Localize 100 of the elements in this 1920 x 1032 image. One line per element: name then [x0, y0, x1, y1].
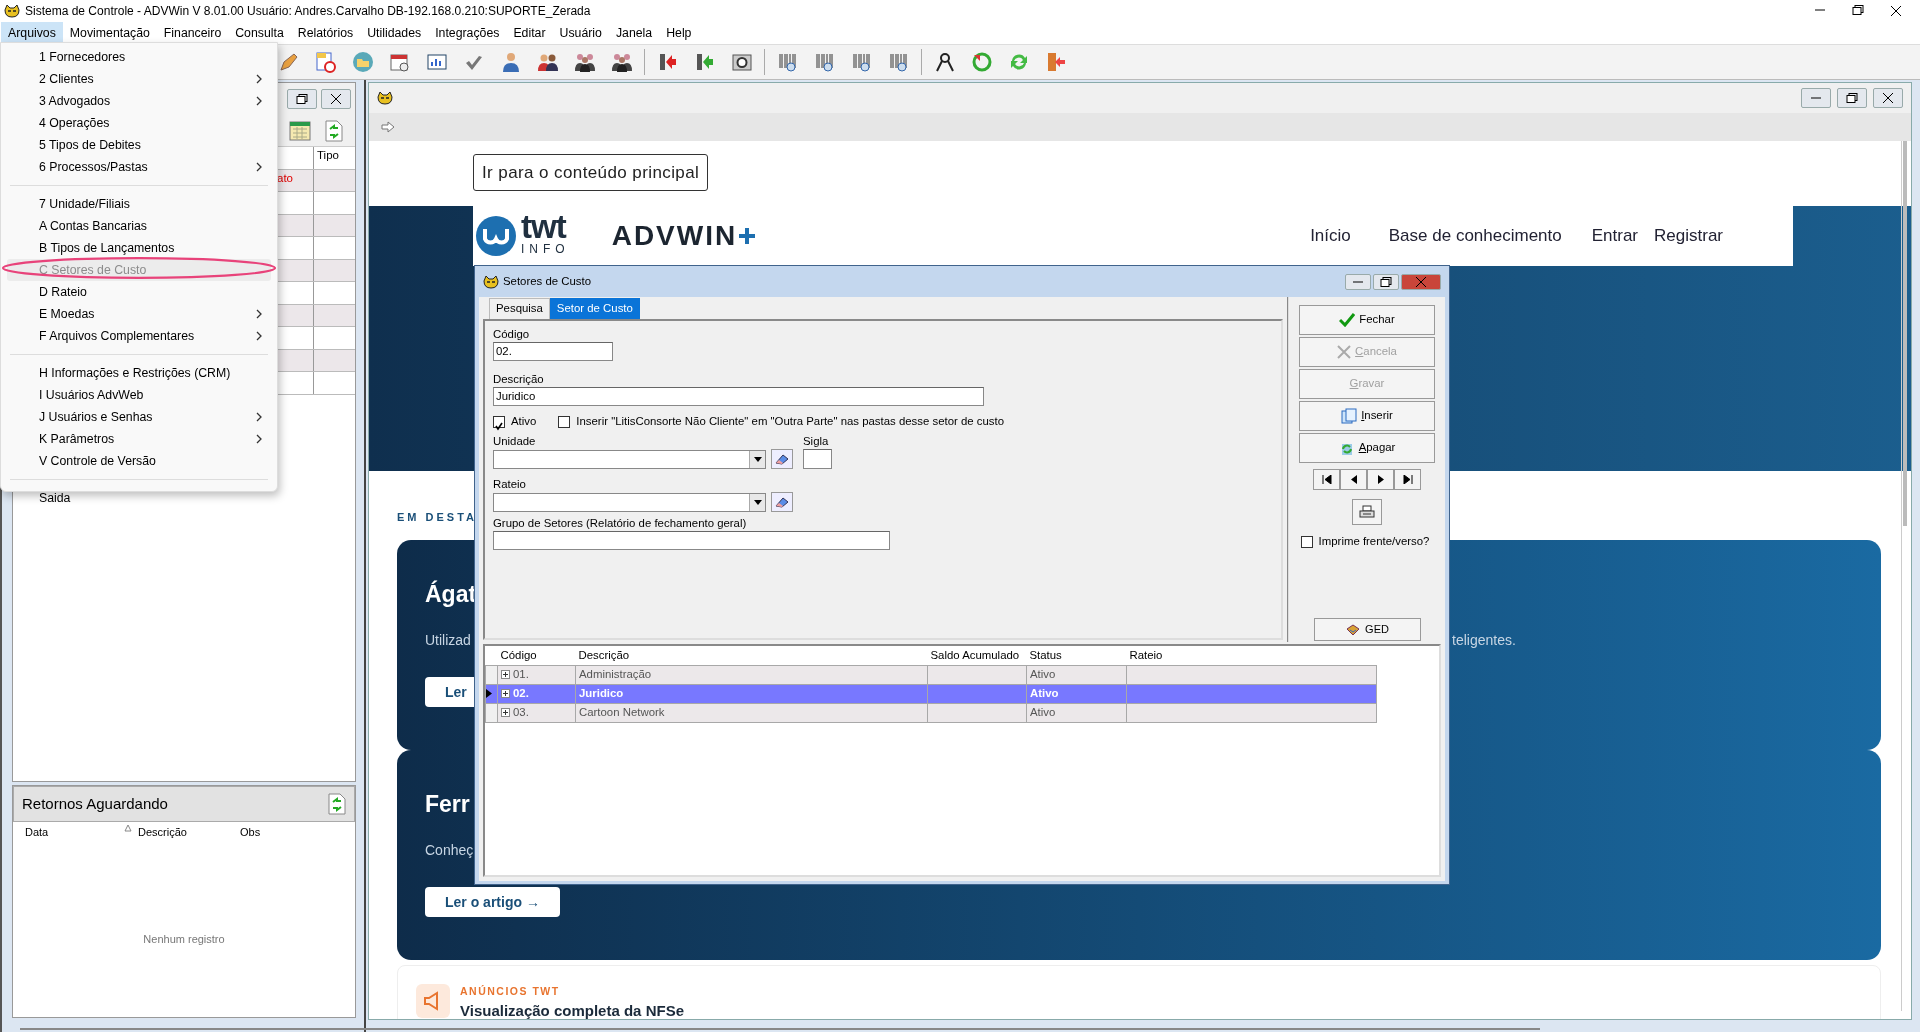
- column-header[interactable]: Descrição: [575, 646, 928, 665]
- pencil-icon[interactable]: [277, 51, 300, 73]
- first-record-button[interactable]: [1313, 469, 1340, 490]
- menu-item[interactable]: B Tipos de Lançamentos: [7, 237, 271, 259]
- previous-button[interactable]: [1340, 469, 1367, 490]
- menu-item[interactable]: F Arquivos Complementares: [7, 325, 271, 347]
- column-header[interactable]: Descrição: [138, 823, 240, 841]
- nav-link[interactable]: Entrar: [1591, 223, 1639, 249]
- restore-button[interactable]: [1837, 88, 1867, 108]
- ged-button[interactable]: GED: [1313, 618, 1421, 642]
- expand-icon[interactable]: [501, 670, 510, 679]
- group-icon[interactable]: [573, 51, 596, 73]
- skip-link[interactable]: Ir para o conteúdo principal: [473, 154, 709, 191]
- menu-item[interactable]: 5 Tipos de Debites: [7, 134, 271, 156]
- menu-item[interactable]: V Controle de Versão: [7, 450, 271, 472]
- menu-item[interactable]: I Usuários AdvWeb: [7, 384, 271, 406]
- barcode-icon[interactable]: [813, 51, 836, 73]
- refresh-document-icon[interactable]: [328, 793, 346, 815]
- column-header[interactable]: Obs: [240, 823, 320, 841]
- action-button[interactable]: Fechar: [1299, 305, 1435, 335]
- menu-item[interactable]: 3 Advogados: [7, 90, 271, 112]
- print-button[interactable]: [1352, 499, 1382, 525]
- tab[interactable]: Setor de Custo: [549, 297, 640, 319]
- menu-item[interactable]: J Usuários e Senhas: [7, 406, 271, 428]
- read-button[interactable]: Ler o artigo →: [425, 887, 560, 917]
- checkbox[interactable]: [558, 416, 571, 428]
- checkbox[interactable]: [493, 416, 505, 428]
- menu-item[interactable]: Integrações: [428, 21, 507, 45]
- nav-link[interactable]: Base de conhecimento: [1388, 223, 1562, 249]
- menu-item[interactable]: A Contas Bancarias: [7, 215, 271, 237]
- tab[interactable]: Pesquisa: [489, 297, 550, 319]
- menu-item[interactable]: H Informações e Restrições (CRM): [7, 362, 271, 384]
- calendar-icon[interactable]: [388, 51, 411, 73]
- ribbon-icon[interactable]: [933, 51, 956, 73]
- close-button[interactable]: [1873, 88, 1903, 108]
- menu-item[interactable]: Janela: [608, 21, 660, 45]
- menu-item[interactable]: 1 Fornecedores: [7, 46, 271, 68]
- camera-icon[interactable]: [730, 51, 753, 73]
- menu-item[interactable]: Usuário: [552, 21, 609, 45]
- minimize-button[interactable]: [1801, 88, 1831, 108]
- expand-icon[interactable]: [501, 708, 510, 717]
- menu-item[interactable]: Movimentação: [62, 21, 157, 45]
- expand-icon[interactable]: [501, 689, 510, 698]
- menu-item[interactable]: K Parâmetros: [7, 428, 271, 450]
- input-field[interactable]: [493, 531, 890, 550]
- menu-item[interactable]: Help: [659, 21, 699, 45]
- column-header[interactable]: Data: [25, 823, 138, 841]
- column-header[interactable]: Código: [497, 646, 576, 665]
- column-header[interactable]: Status: [1026, 646, 1127, 665]
- barcode-icon[interactable]: [887, 51, 910, 73]
- menu-item[interactable]: Saida: [7, 487, 271, 509]
- dropdown-arrow-icon[interactable]: [753, 499, 762, 505]
- menu-item[interactable]: 6 Processos/Pastas: [7, 156, 271, 178]
- checkbox[interactable]: [1300, 535, 1313, 548]
- table-row[interactable]: 01. Administração Ativo: [485, 665, 1377, 684]
- menu-item[interactable]: Arquivos: [1, 21, 63, 45]
- sync-icon[interactable]: [970, 51, 993, 73]
- menu-item[interactable]: 4 Operações: [7, 112, 271, 134]
- refresh-document-icon[interactable]: [325, 119, 343, 142]
- table-row[interactable]: 02. Juridico Ativo: [485, 684, 1377, 703]
- minimize-button[interactable]: [1345, 273, 1371, 290]
- menu-item[interactable]: Financeiro: [156, 21, 229, 45]
- menu-item[interactable]: Consulta: [228, 21, 291, 45]
- menu-item[interactable]: Relatórios: [290, 21, 361, 45]
- forward-arrow-icon[interactable]: [381, 121, 395, 133]
- dropdown-arrow-icon[interactable]: [753, 456, 762, 462]
- table-row[interactable]: 03. Cartoon Network Ativo: [485, 703, 1377, 722]
- action-button[interactable]: Apagar: [1299, 433, 1435, 463]
- restore-button[interactable]: [287, 89, 317, 109]
- eraser-button[interactable]: [771, 492, 793, 512]
- document-clock-icon[interactable]: [314, 51, 337, 73]
- action-button[interactable]: Inserir: [1299, 401, 1435, 431]
- menu-item[interactable]: Utilidades: [360, 21, 429, 45]
- menu-item[interactable]: 2 Clientes: [7, 68, 271, 90]
- column-header[interactable]: Saldo Acumulado: [927, 646, 1027, 665]
- dropdown-field[interactable]: [493, 449, 766, 469]
- close-button[interactable]: [321, 89, 351, 109]
- barcode-icon[interactable]: [776, 51, 799, 73]
- menu-item[interactable]: 7 Unidade/Filiais: [7, 193, 271, 215]
- nav-link[interactable]: Início: [1310, 223, 1351, 249]
- close-icon[interactable]: [1890, 5, 1902, 17]
- group-icon[interactable]: [610, 51, 633, 73]
- menu-item[interactable]: D Rateio: [7, 281, 271, 303]
- menu-item[interactable]: Editar: [506, 21, 553, 45]
- chart-icon[interactable]: [425, 51, 448, 73]
- scrollbar[interactable]: [1901, 141, 1909, 1011]
- input-field[interactable]: [803, 449, 832, 469]
- next-button[interactable]: [1367, 469, 1394, 490]
- input-field[interactable]: Juridico: [493, 387, 984, 406]
- menu-item[interactable]: E Moedas: [7, 303, 271, 325]
- input-field[interactable]: 02.: [493, 342, 613, 361]
- barcode-icon[interactable]: [850, 51, 873, 73]
- dropdown-field[interactable]: [493, 492, 766, 512]
- restore-icon[interactable]: [1852, 5, 1864, 15]
- close-button[interactable]: [1401, 273, 1441, 290]
- column-header[interactable]: Rateio: [1126, 646, 1377, 665]
- calendar-icon[interactable]: [289, 120, 311, 141]
- eraser-button[interactable]: [771, 449, 793, 469]
- restore-button[interactable]: [1373, 273, 1399, 290]
- last-record-button[interactable]: [1394, 469, 1421, 490]
